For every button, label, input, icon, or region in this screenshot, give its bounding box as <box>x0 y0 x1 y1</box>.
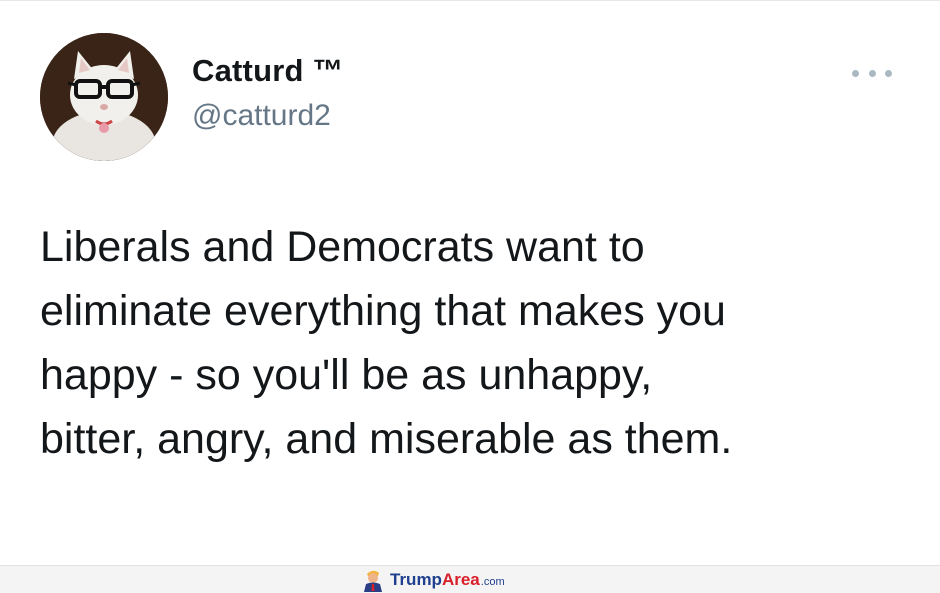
watermark-brand-tld: .com <box>480 576 505 588</box>
tweet-card: Catturd ™ @catturd2 Liberals and Democra… <box>0 0 940 565</box>
watermark: Trump Area .com <box>362 568 505 592</box>
watermark-brand-area: Area <box>441 570 480 589</box>
more-dots-icon[interactable] <box>852 61 892 85</box>
watermark-brand-trump: Trump <box>390 570 442 589</box>
avatar[interactable] <box>40 33 168 161</box>
more-dot <box>852 69 859 77</box>
more-dot <box>868 69 876 77</box>
watermark-bar: Trump Area .com <box>0 565 940 593</box>
tweet-text-line: eliminate everything that makes you <box>40 287 726 335</box>
tweet-text-line: bitter, angry, and miserable as them. <box>40 415 733 463</box>
tweet-text: Liberals and Democrats want to eliminate… <box>40 215 920 471</box>
trump-figure-icon <box>364 570 382 592</box>
display-name[interactable]: Catturd ™ <box>192 53 344 89</box>
tweet-text-line: Liberals and Democrats want to <box>40 223 645 271</box>
more-dot <box>885 69 892 77</box>
cat-with-glasses-avatar-icon <box>40 33 168 161</box>
user-handle[interactable]: @catturd2 <box>192 99 331 133</box>
tweet-text-line: happy - so you'll be as unhappy, <box>40 351 653 399</box>
